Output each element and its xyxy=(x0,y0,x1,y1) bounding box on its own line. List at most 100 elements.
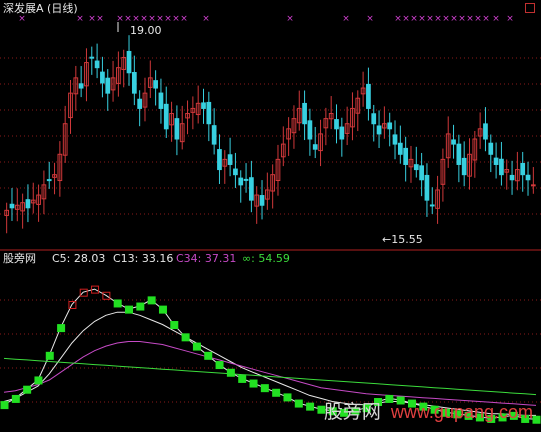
top-marker: × xyxy=(124,14,132,24)
candle-down xyxy=(392,134,398,145)
step-block-green xyxy=(147,296,156,305)
step-block-red xyxy=(79,288,88,297)
top-marker: × xyxy=(172,14,180,24)
candle-down xyxy=(371,113,377,125)
top-marker: × xyxy=(96,14,104,24)
candle-down xyxy=(100,71,105,84)
top-marker: × xyxy=(116,14,124,24)
top-marker: × xyxy=(88,14,96,24)
annotation-high: 19.00 xyxy=(130,24,162,37)
top-marker: × xyxy=(492,14,500,24)
candle-down xyxy=(397,142,403,155)
candle-down xyxy=(334,119,339,130)
step-block-green xyxy=(45,351,54,360)
top-marker: × xyxy=(458,14,466,24)
candle-down xyxy=(46,179,52,182)
candle-down xyxy=(488,142,494,155)
top-marker: × xyxy=(442,14,450,24)
watermark-en: www.gupang.com xyxy=(390,402,533,422)
chart-stage: × × × × × × × × × × × × × × × × × × × × × × × × × × × × × × × 19.00 ←15.… xyxy=(0,0,541,428)
candle-down xyxy=(206,101,212,125)
step-block-green xyxy=(158,305,167,314)
top-marker: × xyxy=(140,14,148,24)
candle-down xyxy=(525,174,531,181)
top-marker: × xyxy=(394,14,402,24)
top-marker: × xyxy=(506,14,514,24)
candle-down xyxy=(403,147,409,165)
candle-down xyxy=(163,103,169,130)
candle-down xyxy=(153,80,158,89)
step-block-green xyxy=(215,361,224,370)
annotation-low: ←15.55 xyxy=(382,233,423,246)
top-marker: × xyxy=(18,14,26,24)
top-marker: × xyxy=(482,14,490,24)
step-block-green xyxy=(249,379,258,388)
step-block-green xyxy=(136,302,145,311)
candle-down xyxy=(312,144,318,150)
top-marker: × xyxy=(434,14,442,24)
candle-down xyxy=(413,164,419,171)
watermark-cn: 股旁网 xyxy=(323,401,381,423)
step-block-green xyxy=(113,299,122,308)
step-block-green xyxy=(11,394,20,403)
top-marker: × xyxy=(156,14,164,24)
indicator-c5: C5: 28.03 xyxy=(52,252,106,265)
candle-down xyxy=(499,158,504,176)
candle-down xyxy=(461,157,467,176)
top-marker: × xyxy=(466,14,474,24)
candle-down xyxy=(483,123,488,140)
candle-down xyxy=(520,162,526,176)
step-block-green xyxy=(283,393,292,402)
candle-up xyxy=(530,184,536,187)
candle-down xyxy=(233,168,238,176)
top-marker: × xyxy=(366,14,374,24)
candle-down xyxy=(217,149,222,171)
top-marker: × xyxy=(410,14,418,24)
top-marker: × xyxy=(402,14,410,24)
step-block-green xyxy=(226,368,235,377)
top-marker: × xyxy=(426,14,434,24)
step-block-green xyxy=(204,351,213,360)
step-block-green xyxy=(294,399,303,408)
sub-panel-title: 股旁网 xyxy=(3,252,36,265)
candle-down xyxy=(211,125,217,145)
indicator-c13: C13: 33.16 xyxy=(113,252,174,265)
candle-down xyxy=(307,120,313,140)
step-block-green xyxy=(260,384,269,393)
candle-down xyxy=(387,122,393,130)
candle-down xyxy=(105,77,111,94)
step-block-green xyxy=(125,305,134,314)
top-marker: × xyxy=(202,14,210,24)
candle-down xyxy=(509,174,515,181)
candle-down xyxy=(451,139,456,145)
candle-down xyxy=(243,178,249,181)
candle-down xyxy=(25,199,31,209)
stock-chart: × × × × × × × × × × × × × × × × × × × × × × × × × × × × × × ×19.00←15.… xyxy=(0,14,541,424)
top-marker: × xyxy=(148,14,156,24)
candle-down xyxy=(302,102,307,125)
step-block-green xyxy=(0,401,9,410)
series-line-∞ xyxy=(3,357,537,396)
step-block-green xyxy=(238,374,247,383)
candle-down xyxy=(238,177,244,186)
candle-down xyxy=(249,177,254,201)
candle-down xyxy=(419,165,424,181)
candle-down xyxy=(227,154,233,165)
top-marker: × xyxy=(76,14,84,24)
candle-down xyxy=(493,157,499,165)
candle-down xyxy=(174,118,180,140)
step-block-green xyxy=(192,342,201,351)
top-marker: × xyxy=(450,14,458,24)
indicator-c34: C34: 37.31 xyxy=(176,252,237,265)
candle-down xyxy=(78,83,84,89)
step-block-green xyxy=(272,388,281,397)
step-block-green xyxy=(306,402,315,411)
window-control-icon[interactable] xyxy=(525,3,535,13)
top-marker: × xyxy=(180,14,188,24)
candle-down xyxy=(366,83,371,109)
candle-down xyxy=(158,92,164,109)
candle-down xyxy=(94,60,100,69)
candle-down xyxy=(339,126,345,140)
candle-down xyxy=(137,98,143,109)
candle-down xyxy=(9,203,15,209)
